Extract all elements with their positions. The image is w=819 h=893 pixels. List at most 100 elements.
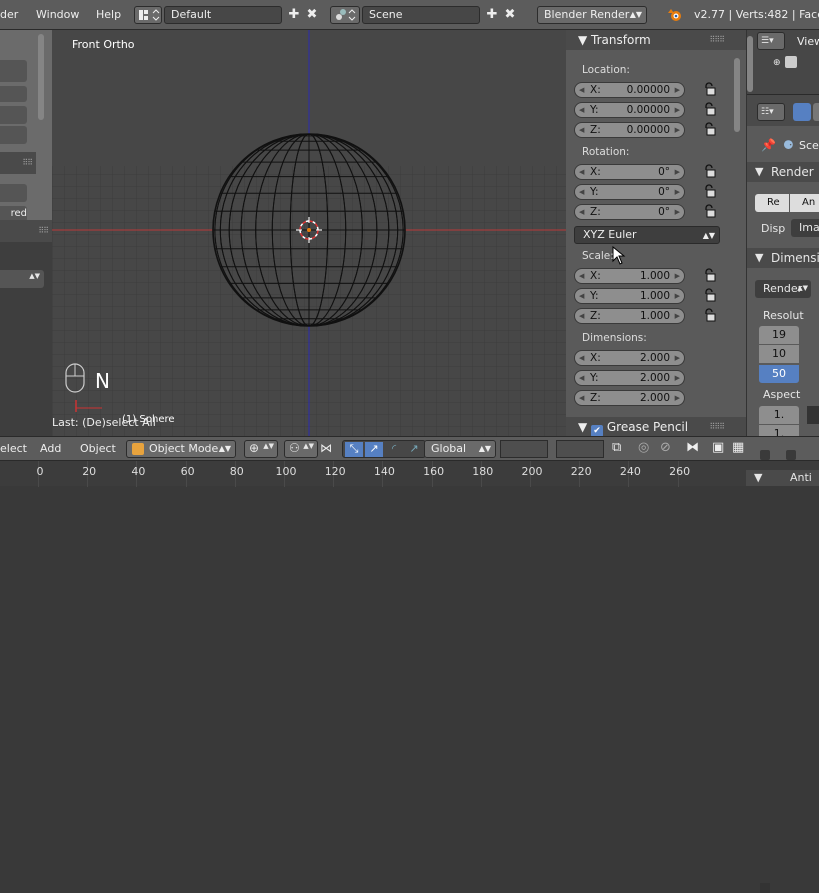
scene-layers-grid[interactable] [500, 440, 548, 458]
aspect-x-field[interactable]: 1. [759, 406, 799, 424]
menu-help[interactable]: Help [96, 8, 121, 21]
footer-toggle-icon[interactable] [760, 450, 770, 460]
lock-camera-icon[interactable]: ⧉ [612, 440, 621, 455]
increment-arrow-icon[interactable]: ▶ [675, 185, 680, 199]
location-y-field[interactable]: ◀ Y: 0.00000 ▶ [574, 102, 685, 118]
decrement-arrow-icon[interactable]: ◀ [579, 371, 584, 385]
transform-orientation-dropdown[interactable]: Global ▲▼ [424, 440, 496, 458]
increment-arrow-icon[interactable]: ▶ [675, 205, 680, 219]
outliner-view-menu[interactable]: View [797, 35, 819, 48]
tool-button[interactable] [0, 126, 27, 144]
rotation-x-field[interactable]: ◀ X: 0° ▶ [574, 164, 685, 180]
tool-button[interactable] [0, 184, 27, 202]
grease-pencil-checkbox[interactable]: ✔ [591, 425, 604, 436]
scale-x-field[interactable]: ◀ X: 1.000 ▶ [574, 268, 685, 284]
tool-button[interactable] [0, 86, 27, 102]
scale-z-field[interactable]: ◀ Z: 1.000 ▶ [574, 308, 685, 324]
3d-viewport[interactable]: Front Ortho N (1) Sphere Last: (De)selec… [52, 30, 566, 436]
snap-element-icon[interactable]: ⧓ [686, 440, 699, 455]
lock-icon[interactable] [702, 308, 718, 324]
anti-aliasing-panel-header[interactable]: ▼ Anti [746, 470, 819, 486]
translate-manipulator-icon[interactable]: ⤡ [345, 442, 363, 457]
lock-icon[interactable] [702, 102, 718, 118]
render-engine-dropdown[interactable]: Blender Render ▲▼ [537, 6, 647, 24]
layers-tab-icon[interactable] [813, 103, 819, 121]
resolution-x-field[interactable]: 19 [759, 326, 799, 344]
decrement-arrow-icon[interactable]: ◀ [579, 83, 584, 97]
tool-button[interactable] [0, 106, 27, 124]
lock-icon[interactable] [702, 268, 718, 284]
pivot-point-dropdown[interactable]: ⚇ ▲▼ [284, 440, 318, 458]
object-menu[interactable]: Object [80, 442, 116, 455]
lock-icon[interactable] [702, 184, 718, 200]
lock-icon[interactable] [702, 288, 718, 304]
expand-icon[interactable]: ⊕ [773, 58, 781, 68]
increment-arrow-icon[interactable]: ▶ [675, 83, 680, 97]
scale-y-field[interactable]: ◀ Y: 1.000 ▶ [574, 288, 685, 304]
select-menu[interactable]: elect [0, 442, 27, 455]
resolution-y-field[interactable]: 10 [759, 345, 799, 363]
increment-arrow-icon[interactable]: ▶ [675, 123, 680, 137]
screen-layout-field[interactable]: Default [164, 6, 282, 24]
decrement-arrow-icon[interactable]: ◀ [579, 289, 584, 303]
resolution-percentage-slider[interactable]: 50 [759, 365, 799, 383]
increment-arrow-icon[interactable]: ▶ [675, 309, 680, 323]
rotation-y-field[interactable]: ◀ Y: 0° ▶ [574, 184, 685, 200]
outliner[interactable]: ☰▾ View ⊕ [747, 30, 819, 94]
scale-manipulator-icon[interactable]: ◜ [385, 442, 403, 457]
decrement-arrow-icon[interactable]: ◀ [579, 205, 584, 219]
render-preset-dropdown[interactable]: Render ▲▼ [755, 280, 811, 298]
viewport-shading-dropdown[interactable]: ⊕ ▲▼ [244, 440, 278, 458]
add-menu[interactable]: Add [40, 442, 61, 455]
menu-render[interactable]: der [0, 8, 18, 21]
increment-arrow-icon[interactable]: ▶ [675, 391, 680, 405]
sidebar-scrollbar[interactable] [734, 58, 740, 132]
increment-arrow-icon[interactable]: ▶ [675, 371, 680, 385]
increment-arrow-icon[interactable]: ▶ [675, 269, 680, 283]
transform-panel-header[interactable]: ▼ Transform ⠿⠿⠿ [566, 30, 746, 50]
interaction-mode-dropdown[interactable]: Object Mode ▲▼ [126, 440, 236, 458]
dimensions-y-field[interactable]: ◀ Y: 2.000 ▶ [574, 370, 685, 386]
decrement-arrow-icon[interactable]: ◀ [579, 351, 584, 365]
editor-type-dropdown[interactable]: ☰▾ [757, 32, 785, 50]
menu-window[interactable]: Window [36, 8, 79, 21]
tool-shelf-scrollbar[interactable] [38, 34, 44, 120]
scene-field[interactable]: Scene [362, 6, 480, 24]
dimensions-x-field[interactable]: ◀ X: 2.000 ▶ [574, 350, 685, 366]
editor-type-dropdown[interactable]: ☷▾ [757, 103, 785, 121]
operator-panel-header[interactable]: ⠿⠿ [0, 220, 52, 242]
decrement-arrow-icon[interactable]: ◀ [579, 103, 584, 117]
decrement-arrow-icon[interactable]: ◀ [579, 269, 584, 283]
decrement-arrow-icon[interactable]: ◀ [579, 185, 584, 199]
increment-arrow-icon[interactable]: ▶ [675, 103, 680, 117]
render-panel-header[interactable]: ▼ Render [747, 162, 819, 182]
scene-layers-grid-2[interactable] [556, 440, 604, 458]
scene-dropdown[interactable] [330, 6, 360, 24]
lock-icon[interactable] [702, 122, 718, 138]
decrement-arrow-icon[interactable]: ◀ [579, 123, 584, 137]
aspect-y-field[interactable]: 1. [759, 425, 799, 436]
delete-scene-icon[interactable]: ✖ [502, 7, 518, 23]
tool-panel-header[interactable]: ⠿⠿ [0, 152, 36, 174]
delete-screen-icon[interactable]: ✖ [304, 7, 320, 23]
outliner-scrollbar[interactable] [747, 36, 753, 92]
decrement-arrow-icon[interactable]: ◀ [579, 391, 584, 405]
display-dropdown[interactable]: Ima [791, 219, 819, 237]
render-tab-icon[interactable] [793, 103, 811, 121]
rotation-z-field[interactable]: ◀ Z: 0° ▶ [574, 204, 685, 220]
pin-icon[interactable]: 📌 [761, 138, 776, 152]
add-scene-icon[interactable]: ✚ [484, 7, 500, 23]
frame-rate-field[interactable] [807, 406, 819, 424]
dimensions-z-field[interactable]: ◀ Z: 2.000 ▶ [574, 390, 685, 406]
increment-arrow-icon[interactable]: ▶ [675, 289, 680, 303]
manipulator-extra-icon[interactable]: ↗ [405, 442, 423, 457]
increment-arrow-icon[interactable]: ▶ [675, 351, 680, 365]
grease-pencil-panel-header[interactable]: ▼ ✔ Grease Pencil ⠿⠿⠿ [566, 417, 746, 436]
lock-icon[interactable] [702, 82, 718, 98]
screen-layout-dropdown[interactable] [134, 6, 162, 24]
add-screen-icon[interactable]: ✚ [286, 7, 302, 23]
location-z-field[interactable]: ◀ Z: 0.00000 ▶ [574, 122, 685, 138]
timeline-ruler[interactable]: 0 20 40 60 80 100 120 140 160 180 200 220 240 260 [0, 460, 819, 487]
footer-toggle-icon[interactable] [786, 450, 796, 460]
decrement-arrow-icon[interactable]: ◀ [579, 165, 584, 179]
